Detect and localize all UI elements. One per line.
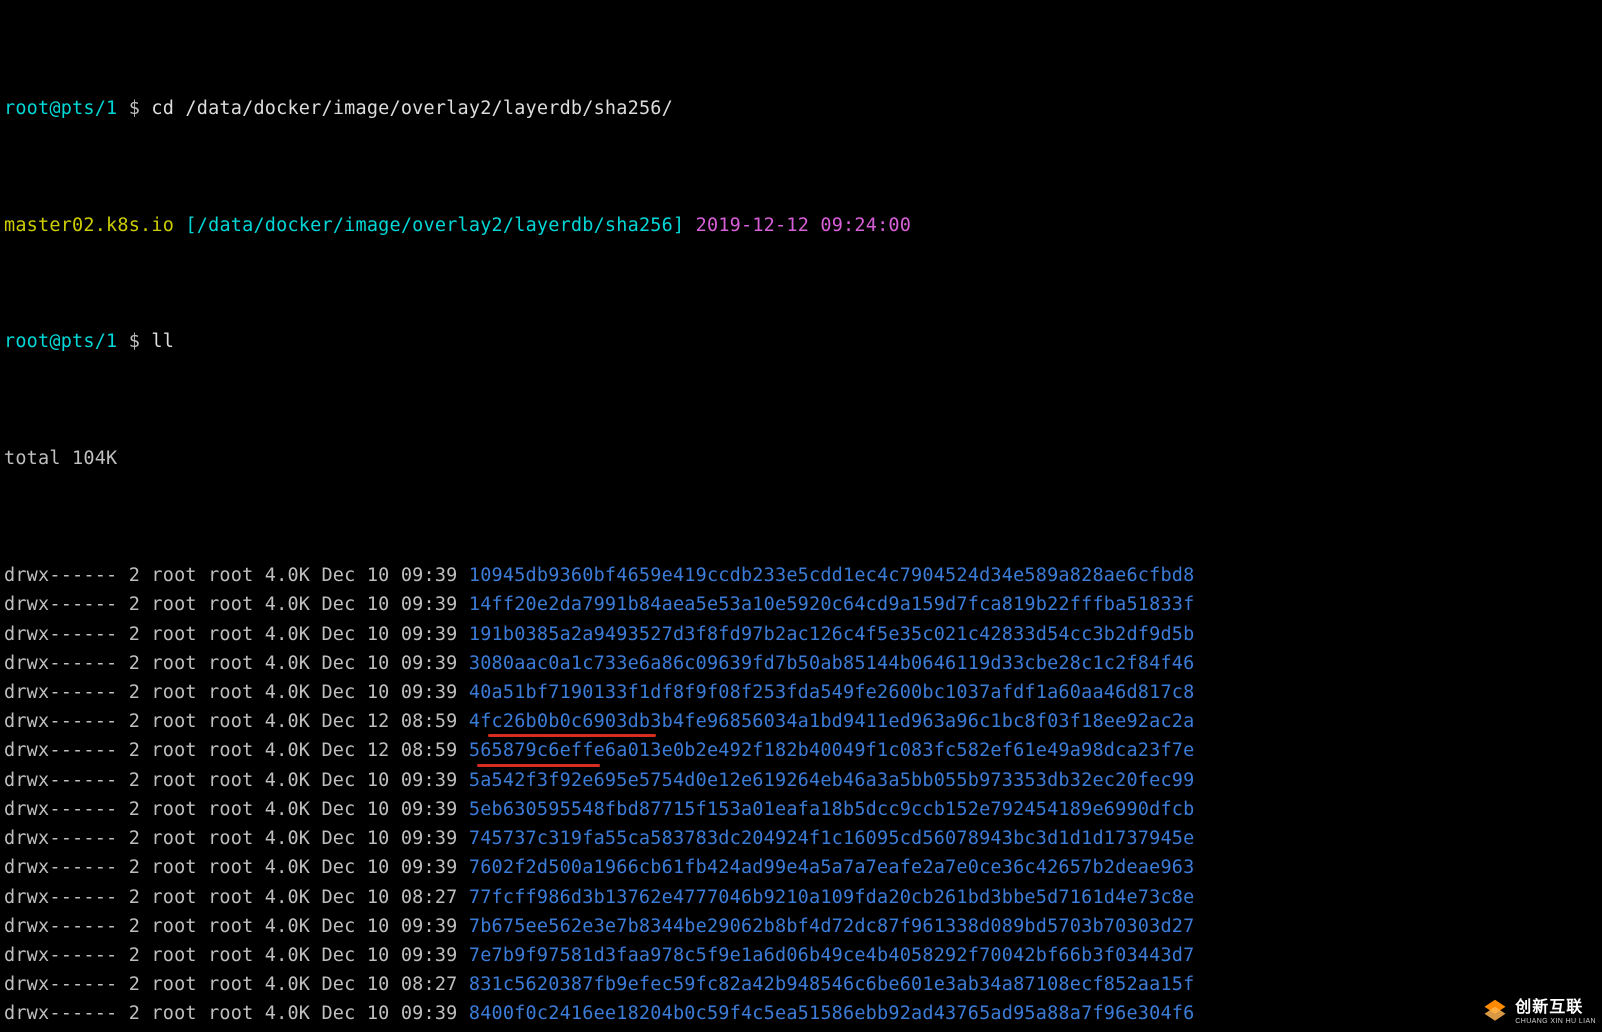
directory-name: 831c5620387fb9efec59fc82a42b948546c6be60… bbox=[469, 974, 1195, 995]
list-item: drwx------ 2 root root 4.0K Dec 10 09:39… bbox=[4, 590, 1598, 619]
watermark-logo-icon bbox=[1481, 998, 1509, 1026]
directory-name: 7e7b9f97581d3faa978c5f9e1a6d06b49ce4b405… bbox=[469, 945, 1195, 966]
list-item: drwx------ 2 root root 4.0K Dec 10 09:39… bbox=[4, 824, 1598, 853]
list-item: drwx------ 2 root root 4.0K Dec 10 09:39… bbox=[4, 649, 1598, 678]
directory-name: 565879c6effe6a013e0b2e492f182b40049f1c08… bbox=[469, 740, 1195, 761]
directory-name: 7602f2d500a1966cb61fb424ad99e4a5a7a7eafe… bbox=[469, 857, 1195, 878]
list-item: drwx------ 2 root root 4.0K Dec 10 09:39… bbox=[4, 1029, 1598, 1032]
directory-name: 40a51bf7190133f1df8f9f08f253fda549fe2600… bbox=[469, 682, 1195, 703]
list-item: drwx------ 2 root root 4.0K Dec 10 09:39… bbox=[4, 561, 1598, 590]
timestamp: 2019-12-12 09:24:00 bbox=[696, 215, 911, 236]
directory-name: 7b675ee562e3e7b8344be29062b8bf4d72dc87f9… bbox=[469, 916, 1195, 937]
command-text: ll bbox=[151, 331, 174, 352]
directory-name: 10945db9360bf4659e419ccdb233e5cdd1ec4c79… bbox=[469, 565, 1195, 586]
list-item: drwx------ 2 root root 4.0K Dec 10 09:39… bbox=[4, 678, 1598, 707]
file-meta: drwx------ 2 root root 4.0K Dec 12 08:59 bbox=[4, 740, 469, 761]
directory-name: 77fcff986d3b13762e4777046b9210a109fda20c… bbox=[469, 887, 1195, 908]
prompt-user-host: root@pts/1 bbox=[4, 98, 117, 119]
status-line: master02.k8s.io [/data/docker/image/over… bbox=[4, 211, 1598, 240]
directory-name: 5a542f3f92e695e5754d0e12e619264eb46a3a5b… bbox=[469, 770, 1195, 791]
file-meta: drwx------ 2 root root 4.0K Dec 12 08:59 bbox=[4, 711, 469, 732]
file-meta: drwx------ 2 root root 4.0K Dec 10 09:39 bbox=[4, 945, 469, 966]
list-item: drwx------ 2 root root 4.0K Dec 10 09:39… bbox=[4, 912, 1598, 941]
command-text: cd /data/docker/image/overlay2/layerdb/s… bbox=[151, 98, 673, 119]
directory-name: 14ff20e2da7991b84aea5e53a10e5920c64cd9a1… bbox=[469, 594, 1195, 615]
prompt-line-2: root@pts/1 $ ll bbox=[4, 327, 1598, 356]
file-meta: drwx------ 2 root root 4.0K Dec 10 09:39 bbox=[4, 770, 469, 791]
list-item: drwx------ 2 root root 4.0K Dec 12 08:59… bbox=[4, 707, 1598, 736]
file-meta: drwx------ 2 root root 4.0K Dec 10 08:27 bbox=[4, 974, 469, 995]
path-bracket-close: ] bbox=[673, 215, 696, 236]
file-meta: drwx------ 2 root root 4.0K Dec 10 09:39 bbox=[4, 1003, 469, 1024]
list-item: drwx------ 2 root root 4.0K Dec 10 09:39… bbox=[4, 766, 1598, 795]
watermark: 创新互联 CHUANG XIN HU LIAN bbox=[1481, 998, 1596, 1026]
file-meta: drwx------ 2 root root 4.0K Dec 10 09:39 bbox=[4, 653, 469, 674]
current-path: /data/docker/image/overlay2/layerdb/sha2… bbox=[197, 215, 673, 236]
file-meta: drwx------ 2 root root 4.0K Dec 10 09:39 bbox=[4, 916, 469, 937]
list-item: drwx------ 2 root root 4.0K Dec 10 08:27… bbox=[4, 970, 1598, 999]
path-bracket-open: [ bbox=[174, 215, 197, 236]
hostname: master02.k8s.io bbox=[4, 215, 174, 236]
terminal-output[interactable]: root@pts/1 $ cd /data/docker/image/overl… bbox=[0, 0, 1602, 1032]
prompt-user-host: root@pts/1 bbox=[4, 331, 117, 352]
directory-name: 3080aac0a1c733e6a86c09639fd7b50ab85144b0… bbox=[469, 653, 1195, 674]
list-item: drwx------ 2 root root 4.0K Dec 10 08:27… bbox=[4, 883, 1598, 912]
prompt-dollar: $ bbox=[117, 331, 151, 352]
directory-name: 4fc26b0b0c6903db3b4fe96856034a1bd9411ed9… bbox=[469, 711, 1195, 732]
file-meta: drwx------ 2 root root 4.0K Dec 10 09:39 bbox=[4, 799, 469, 820]
list-item: drwx------ 2 root root 4.0K Dec 10 09:39… bbox=[4, 853, 1598, 882]
directory-name: 8400f0c2416ee18204b0c59f4c5ea51586ebb92a… bbox=[469, 1003, 1195, 1024]
prompt-line-1: root@pts/1 $ cd /data/docker/image/overl… bbox=[4, 94, 1598, 123]
file-meta: drwx------ 2 root root 4.0K Dec 10 09:39 bbox=[4, 682, 469, 703]
list-item: drwx------ 2 root root 4.0K Dec 10 09:39… bbox=[4, 620, 1598, 649]
prompt-dollar: $ bbox=[117, 98, 151, 119]
file-meta: drwx------ 2 root root 4.0K Dec 10 09:39 bbox=[4, 565, 469, 586]
directory-name: 5eb630595548fbd87715f153a01eafa18b5dcc9c… bbox=[469, 799, 1195, 820]
file-meta: drwx------ 2 root root 4.0K Dec 10 09:39 bbox=[4, 594, 469, 615]
file-meta: drwx------ 2 root root 4.0K Dec 10 09:39 bbox=[4, 828, 469, 849]
directory-name: 745737c319fa55ca583783dc204924f1c16095cd… bbox=[469, 828, 1195, 849]
directory-name: 191b0385a2a9493527d3f8fd97b2ac126c4f5e35… bbox=[469, 624, 1195, 645]
directory-listing: drwx------ 2 root root 4.0K Dec 10 09:39… bbox=[4, 561, 1598, 1032]
list-item: drwx------ 2 root root 4.0K Dec 10 09:39… bbox=[4, 999, 1598, 1028]
file-meta: drwx------ 2 root root 4.0K Dec 10 08:27 bbox=[4, 887, 469, 908]
list-item: drwx------ 2 root root 4.0K Dec 10 09:39… bbox=[4, 795, 1598, 824]
list-item: drwx------ 2 root root 4.0K Dec 10 09:39… bbox=[4, 941, 1598, 970]
file-meta: drwx------ 2 root root 4.0K Dec 10 09:39 bbox=[4, 624, 469, 645]
watermark-text-cn: 创新互联 bbox=[1515, 1000, 1596, 1016]
watermark-text-en: CHUANG XIN HU LIAN bbox=[1515, 1018, 1596, 1025]
list-item: drwx------ 2 root root 4.0K Dec 12 08:59… bbox=[4, 736, 1598, 765]
file-meta: drwx------ 2 root root 4.0K Dec 10 09:39 bbox=[4, 857, 469, 878]
total-line: total 104K bbox=[4, 444, 1598, 473]
